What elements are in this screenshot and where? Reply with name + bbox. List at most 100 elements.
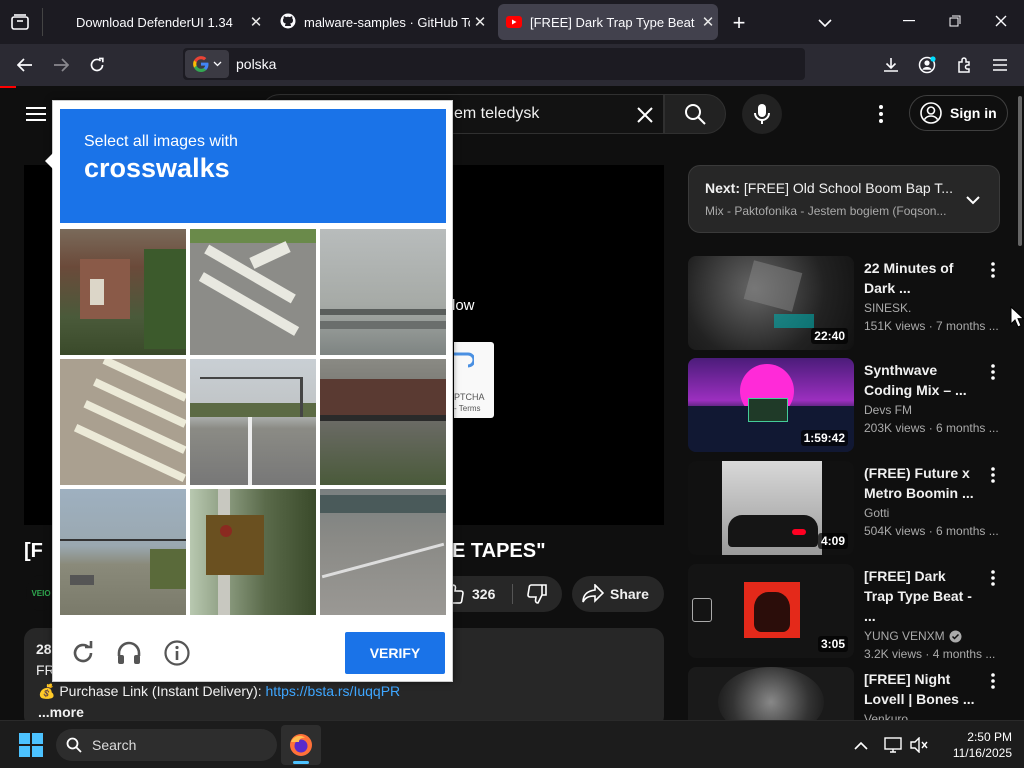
network-icon[interactable] [882,733,904,757]
chevron-down-icon[interactable] [812,10,838,36]
firefox-icon [289,733,313,757]
windows-start-icon[interactable] [18,733,44,757]
reload-icon[interactable] [84,52,110,78]
headphones-icon[interactable] [115,639,143,667]
share-label: Share [610,586,649,602]
extensions-icon[interactable] [951,52,977,78]
captcha-tile-6[interactable] [320,359,446,485]
clock-date: 11/16/2025 [952,746,1012,760]
mouse-cursor [1010,306,1024,328]
channel-avatar-label: VEIO [31,588,51,598]
microphone-icon [754,103,770,125]
navigation-toolbar: polska [0,44,1024,86]
download-icon[interactable] [878,52,904,78]
tab-youtube-active[interactable]: [FREE] Dark Trap Type Beat "TH ✕ [498,4,718,40]
purchase-label: 💰 Purchase Link (Instant Delivery): [38,683,266,699]
github-icon [280,13,298,31]
share-icon [582,584,604,604]
reload-icon[interactable] [69,639,97,667]
account-icon[interactable] [914,52,940,78]
taskbar-search-label: Search [92,737,137,753]
channel-name: Venkuro [864,712,909,720]
tab-github[interactable]: malware-samples · GitHub Topi ✕ [272,4,490,40]
list-item[interactable]: 22:40 22 Minutes of Dark ... SINESK. 151… [688,256,1008,350]
verified-badge-icon [949,630,962,643]
video-title: [FREE] Night Lovell | Bones ... [864,671,975,707]
captcha-tile-3[interactable] [320,229,446,355]
captcha-tile-9[interactable] [320,489,446,615]
back-icon[interactable] [12,52,38,78]
tab-bar: Download DefenderUI 1.34 ✕ malware-sampl… [0,0,1024,44]
tab-list-icon[interactable] [6,10,34,34]
purchase-line: 💰 Purchase Link (Instant Delivery): http… [38,683,400,700]
clock-time: 2:50 PM [967,730,1012,744]
volume-muted-icon[interactable] [908,733,930,757]
captcha-tile-8[interactable] [190,489,316,615]
list-item[interactable]: 1:59:42 Synthwave Coding Mix – ... Devs … [688,358,1008,452]
chevron-up-icon[interactable] [850,733,872,757]
address-bar[interactable]: polska [183,48,805,80]
close-icon[interactable]: ✕ [470,12,490,32]
close-icon[interactable]: ✕ [246,12,266,32]
recaptcha-label: PTCHA [454,392,485,402]
purchase-link[interactable]: https://bsta.rs/IuqqPR [266,683,401,699]
video-meta: 151K views · 7 months ... [864,319,999,333]
share-button[interactable]: Share [572,576,664,612]
next-up-card[interactable]: Next: [FREE] Old School Boom Bap T... Mi… [688,165,1000,233]
dislike-button[interactable] [520,582,554,606]
search-button[interactable] [664,94,726,134]
description-views: 28 [36,641,52,657]
voice-search-button[interactable] [742,94,782,134]
channel-name: Gotti [864,506,890,520]
list-item[interactable]: 4:09 (FREE) Future x Metro Boomin ... Go… [688,461,1008,555]
taskbar: Search 2:50 PM 11/16/2025 [0,720,1024,768]
taskbar-search[interactable]: Search [56,729,277,761]
next-title: [FREE] Old School Boom Bap T... [743,180,953,196]
system-clock[interactable]: 2:50 PM 11/16/2025 [938,729,1012,761]
more-options-icon[interactable] [984,463,1002,487]
captcha-tile-7[interactable] [60,489,186,615]
search-icon [66,737,82,753]
minimize-icon[interactable] [896,8,922,34]
forward-icon[interactable] [48,52,74,78]
info-icon[interactable] [163,639,191,667]
more-options-icon[interactable] [984,669,1002,693]
window-close-icon[interactable] [988,8,1014,34]
thumbs-down-icon [527,584,547,604]
duration-badge: 3:05 [817,636,848,652]
more-link[interactable]: ...more [38,704,84,720]
recaptcha-badge: PTCHA - Terms [454,342,494,418]
like-dislike-group: 326 [440,576,562,612]
hamburger-menu-icon[interactable] [22,100,50,128]
captcha-tile-4[interactable] [60,359,186,485]
chevron-down-icon[interactable] [961,188,985,212]
tab-label: malware-samples · GitHub Topi [304,14,470,30]
tab-defenderui[interactable]: Download DefenderUI 1.34 ✕ [50,4,266,40]
clear-search-icon[interactable] [633,103,657,127]
tab-label: [FREE] Dark Trap Type Beat "TH [530,14,698,30]
sign-in-button[interactable]: Sign in [909,95,1008,131]
channel-name: Devs FM [864,403,912,417]
captcha-tile-1[interactable] [60,229,186,355]
video-meta: 3.2K views · 4 months ... [864,647,996,661]
video-thumbnail: 1:59:42 [688,358,854,452]
close-icon[interactable]: ✕ [698,12,718,32]
video-meta: 504K views · 6 months ... [864,524,999,538]
firefox-taskbar-button[interactable] [281,725,321,765]
menu-icon[interactable] [987,52,1013,78]
more-options-icon[interactable] [984,566,1002,590]
search-engine-button[interactable] [185,50,229,78]
page-scrollbar[interactable] [1018,96,1022,246]
url-text: polska [236,56,277,72]
list-item[interactable]: 3:05 [FREE] Dark Trap Type Beat - ... YU… [688,564,1008,661]
more-options-icon[interactable] [984,258,1002,282]
more-options-icon[interactable] [868,100,894,128]
new-tab-icon[interactable]: + [726,10,752,36]
more-options-icon[interactable] [984,360,1002,384]
list-item[interactable]: [FREE] Night Lovell | Bones ... Venkuro [688,667,1008,720]
captcha-tile-5[interactable] [190,359,316,485]
maximize-icon[interactable] [942,8,968,34]
verify-button[interactable]: VERIFY [345,632,445,674]
captcha-tile-2[interactable] [190,229,316,355]
next-subtitle: Mix - Paktofonika - Jestem bogiem (Foqso… [705,204,947,218]
